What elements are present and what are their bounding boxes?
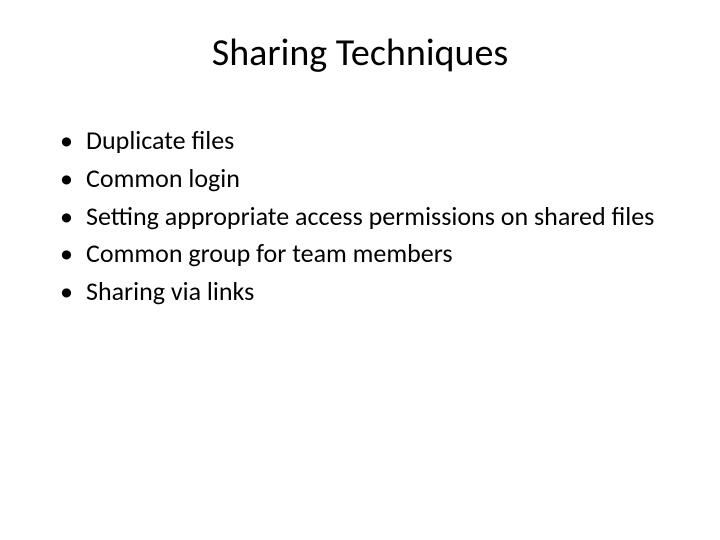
- list-item: Sharing via links: [50, 275, 670, 309]
- list-item: Duplicate files: [50, 124, 670, 158]
- slide-container: Sharing Techniques Duplicate files Commo…: [0, 0, 720, 540]
- list-item: Common login: [50, 162, 670, 196]
- list-item: Common group for team members: [50, 237, 670, 271]
- bullet-list: Duplicate files Common login Setting app…: [50, 124, 670, 309]
- list-item: Setting appropriate access permissions o…: [50, 200, 670, 234]
- slide-title: Sharing Techniques: [50, 30, 670, 76]
